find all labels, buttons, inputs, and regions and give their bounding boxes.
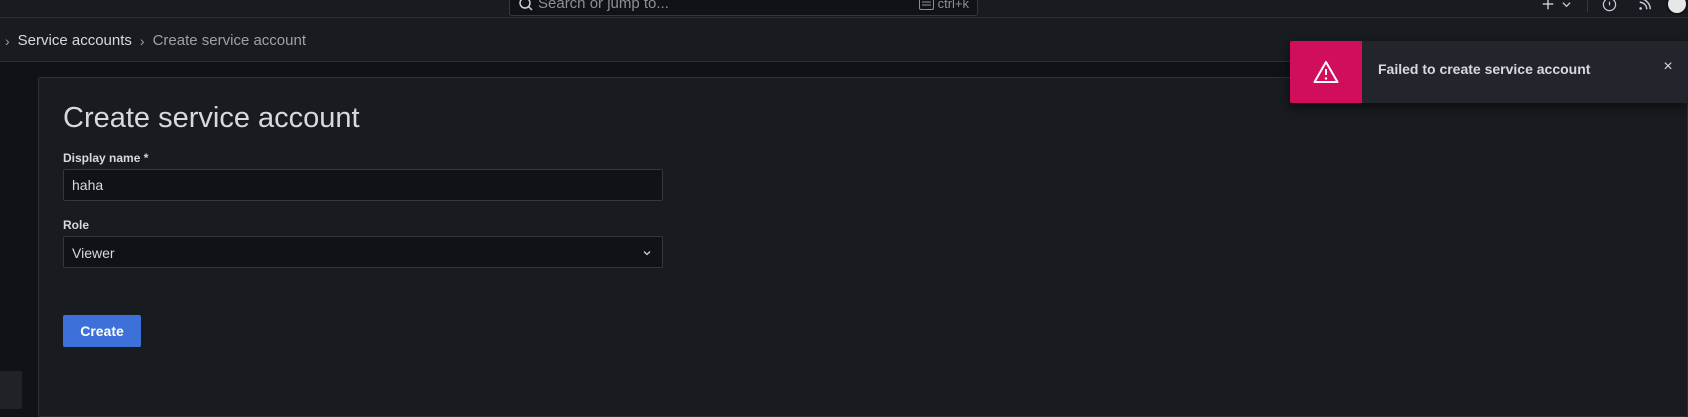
page-title: Create service account xyxy=(63,102,360,134)
chevron-down-icon xyxy=(643,251,651,256)
breadcrumb-service-accounts[interactable]: Service accounts xyxy=(18,32,132,49)
toast-message: Failed to create service account xyxy=(1378,61,1591,77)
breadcrumb-current: Create service account xyxy=(152,32,306,49)
keyboard-shortcut: ctrl+k xyxy=(918,0,969,11)
avatar[interactable] xyxy=(1666,0,1688,15)
create-button[interactable]: Create xyxy=(63,315,141,347)
role-label: Role xyxy=(63,218,90,232)
search-placeholder: Search or jump to... xyxy=(538,0,669,12)
keyboard-icon xyxy=(918,0,934,10)
search-icon xyxy=(519,0,533,11)
role-select-value: Viewer xyxy=(72,245,115,261)
display-name-label: Display name * xyxy=(63,151,149,165)
divider xyxy=(1587,0,1588,12)
rss-icon[interactable] xyxy=(1636,0,1654,13)
close-icon[interactable]: × xyxy=(1660,59,1676,75)
help-icon[interactable] xyxy=(1600,0,1618,13)
plus-icon[interactable] xyxy=(1539,0,1557,13)
sidebar-item[interactable] xyxy=(0,371,22,409)
left-rail xyxy=(0,62,22,417)
top-bar: Search or jump to... ctrl+k xyxy=(0,0,1688,18)
chevron-down-icon[interactable] xyxy=(1557,0,1575,13)
breadcrumb: › Service accounts › Create service acco… xyxy=(5,32,306,49)
chevron-right-icon: › xyxy=(5,32,10,49)
role-select[interactable]: Viewer xyxy=(63,236,663,268)
error-toast: Failed to create service account × xyxy=(1290,41,1688,103)
create-service-account-panel: Create service account Display name * Ro… xyxy=(38,77,1688,417)
shortcut-label: ctrl+k xyxy=(937,0,969,11)
toast-icon-area xyxy=(1290,41,1362,103)
top-right-actions xyxy=(1539,0,1688,15)
search-bar[interactable]: Search or jump to... ctrl+k xyxy=(509,0,978,16)
chevron-right-icon: › xyxy=(139,32,145,49)
display-name-input[interactable] xyxy=(63,169,663,201)
warning-icon xyxy=(1313,61,1339,83)
